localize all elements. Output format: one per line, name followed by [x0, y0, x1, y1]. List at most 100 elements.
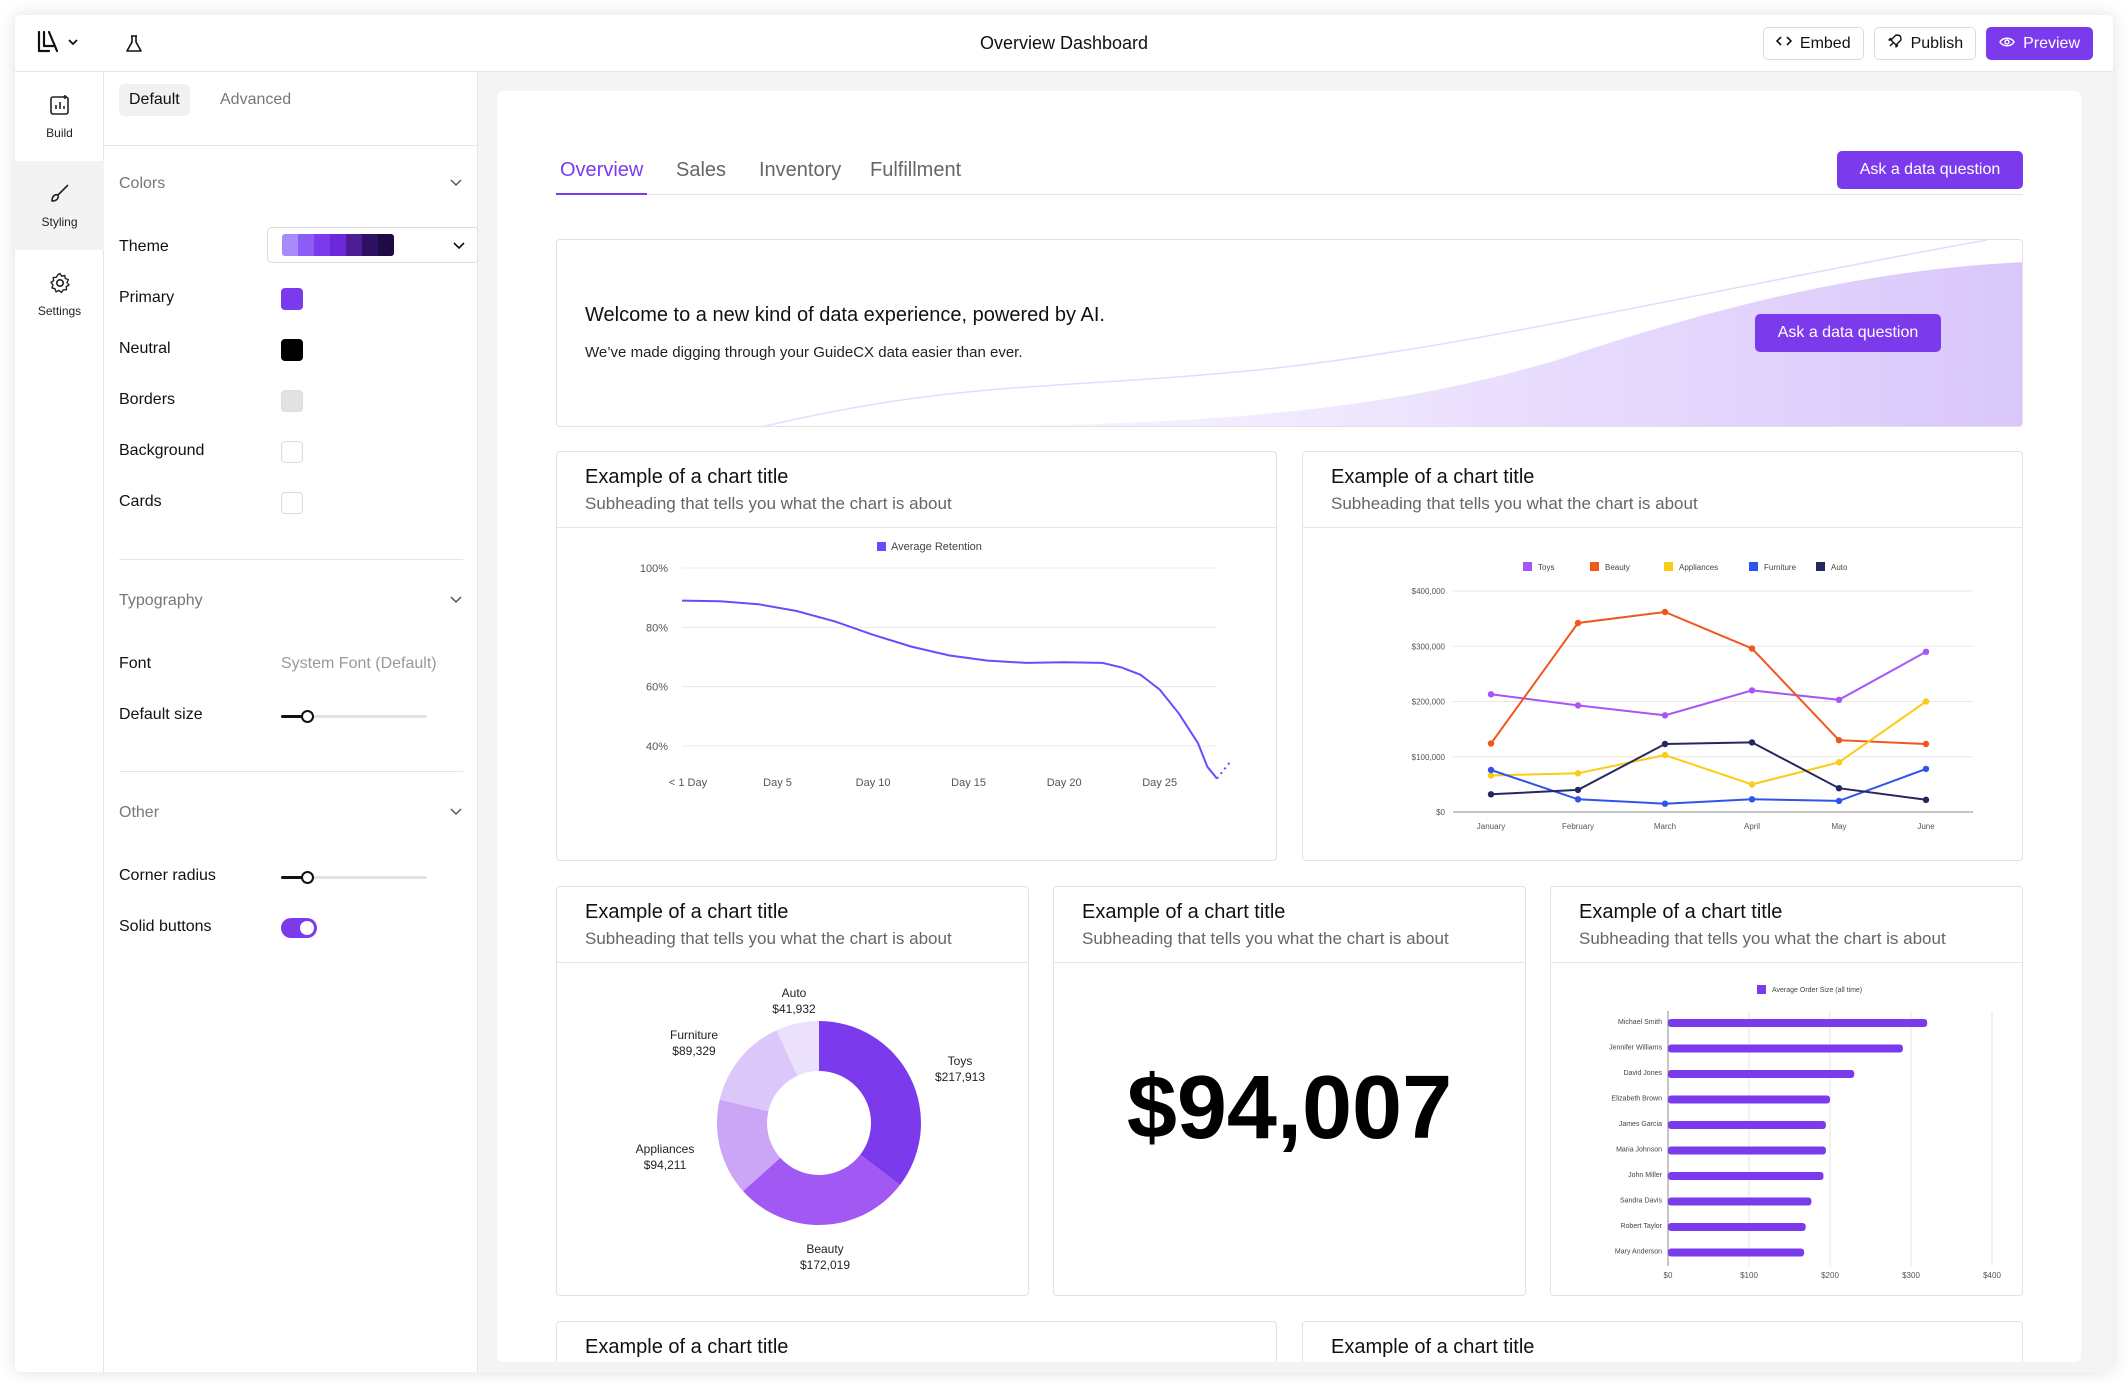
- colors-section-toggle[interactable]: Colors: [119, 169, 463, 199]
- data-point-toys: [1487, 691, 1495, 698]
- rail-item-settings[interactable]: Settings: [15, 250, 104, 339]
- color-swatch-cards[interactable]: [281, 492, 303, 514]
- rail-label-styling: Styling: [41, 215, 78, 229]
- chart-card-partial: Example of a chart title: [556, 1321, 1277, 1362]
- tab-sales[interactable]: Sales: [672, 159, 730, 195]
- color-swatch-background[interactable]: [281, 441, 303, 463]
- data-point-appliances: [1748, 781, 1756, 788]
- card-title: Example of a chart title: [585, 1336, 789, 1358]
- embed-button[interactable]: Embed: [1762, 27, 1864, 60]
- ask-data-question-button[interactable]: Ask a data question: [1837, 151, 2023, 189]
- data-point-auto: [1487, 791, 1495, 798]
- preview-button[interactable]: Preview: [1986, 27, 2093, 60]
- category-label: James Garcia: [1619, 1121, 1662, 1128]
- data-point-toys: [1922, 648, 1930, 655]
- series-line-auto: [1490, 741, 1927, 801]
- flask-icon[interactable]: [119, 29, 149, 59]
- x-tick-label: $400: [1983, 1271, 2001, 1280]
- data-point-beauty: [1835, 737, 1843, 744]
- chevron-down-icon: [452, 238, 466, 257]
- slice-label-value: $172,019: [800, 1258, 850, 1272]
- other-heading: Other: [119, 804, 160, 821]
- chart-card-order-size: Example of a chart title Subheading that…: [1550, 886, 2023, 1296]
- colors-heading: Colors: [119, 175, 166, 192]
- data-point-furniture: [1487, 766, 1495, 774]
- color-swatch-neutral[interactable]: [281, 339, 303, 361]
- theme-color-chip: [314, 234, 330, 256]
- tab-advanced[interactable]: Advanced: [210, 84, 301, 116]
- bar: [1668, 1146, 1826, 1155]
- dashboard-tabs: Overview Sales Inventory Fulfillment: [556, 151, 2023, 195]
- default-size-slider[interactable]: [281, 708, 427, 724]
- x-tick-label: $100: [1740, 1271, 1758, 1280]
- bar: [1668, 1019, 1928, 1027]
- color-label-neutral: Neutral: [119, 340, 171, 357]
- card-title: Example of a chart title: [585, 901, 789, 923]
- corner-radius-slider[interactable]: [281, 869, 427, 885]
- x-tick-label: Day 10: [856, 777, 891, 789]
- rail-item-styling[interactable]: Styling: [15, 161, 104, 250]
- category-donut-chart: Toys $217,913 Beauty $172,019 Appliances $94,…: [636, 986, 986, 1272]
- kpi-card: Example of a chart title Subheading that…: [1053, 886, 1526, 1296]
- publish-button[interactable]: Publish: [1873, 27, 1977, 60]
- solid-buttons-toggle[interactable]: [281, 918, 317, 938]
- data-point-beauty: [1487, 740, 1495, 747]
- x-tick-label: March: [1654, 822, 1676, 831]
- legend-swatch: [1590, 562, 1599, 571]
- theme-select[interactable]: [267, 227, 479, 263]
- card-header: Example of a chart title Subheading that…: [557, 452, 1276, 528]
- x-tick-label: Day 15: [951, 777, 986, 789]
- chart-card-category-sales: Example of a chart title Subheading that…: [1302, 451, 2023, 861]
- legend-swatch: [1749, 562, 1758, 571]
- top-actions: Embed Publish Preview: [1762, 27, 2093, 60]
- card-subtitle: Subheading that tells you what the chart…: [1331, 494, 1698, 513]
- data-point-furniture: [1661, 800, 1669, 807]
- color-label-background: Background: [119, 442, 205, 459]
- theme-label: Theme: [119, 238, 169, 255]
- data-point-furniture: [1574, 796, 1582, 803]
- preview-label: Preview: [2023, 34, 2080, 52]
- data-point-appliances: [1835, 759, 1843, 766]
- tab-fulfillment[interactable]: Fulfillment: [866, 159, 965, 195]
- gear-icon: [48, 271, 72, 298]
- category-label: David Jones: [1623, 1070, 1662, 1077]
- data-point-beauty: [1661, 608, 1669, 616]
- color-swatch-primary[interactable]: [281, 288, 303, 310]
- y-tick-label: 60%: [646, 682, 668, 694]
- x-tick-label: April: [1744, 822, 1760, 831]
- legend-swatch: [1523, 562, 1532, 571]
- card-header: Example of a chart title Subheading that…: [1054, 887, 1525, 963]
- category-label: Michael Smith: [1618, 1019, 1662, 1026]
- typography-heading: Typography: [119, 592, 203, 609]
- tab-overview[interactable]: Overview: [556, 159, 648, 195]
- x-tick-label: Day 5: [763, 777, 792, 789]
- series-line-beauty: [1490, 610, 1927, 745]
- rail-item-build[interactable]: Build: [15, 72, 104, 161]
- other-section-toggle[interactable]: Other: [119, 798, 463, 828]
- tab-inventory[interactable]: Inventory: [755, 159, 845, 195]
- color-swatch-borders[interactable]: [281, 390, 303, 412]
- workspace-switcher[interactable]: [35, 29, 87, 59]
- dashboard-board: Overview Sales Inventory Fulfillment Ask…: [497, 91, 2081, 1362]
- bar: [1668, 1095, 1830, 1104]
- bar: [1668, 1223, 1806, 1231]
- color-label-primary: Primary: [119, 289, 175, 306]
- brush-icon: [48, 182, 72, 209]
- banner-ask-button[interactable]: Ask a data question: [1755, 314, 1941, 352]
- dashboard-canvas: Overview Sales Inventory Fulfillment Ask…: [478, 72, 2113, 1372]
- chevron-down-icon: [449, 592, 463, 611]
- retention-forecast-line: [1216, 760, 1232, 780]
- banner-title: Welcome to a new kind of data experience…: [585, 304, 1105, 326]
- y-tick-label: $200,000: [1412, 698, 1446, 707]
- category-label: Sandra Davis: [1620, 1198, 1663, 1205]
- font-select[interactable]: System Font (Default): [281, 655, 437, 673]
- tab-default[interactable]: Default: [119, 84, 190, 116]
- legend-swatch: [1757, 985, 1766, 994]
- data-point-beauty: [1748, 645, 1756, 652]
- category-label: Robert Taylor: [1620, 1223, 1662, 1230]
- styling-panel: Default Advanced Colors Theme Primary Neu…: [104, 72, 479, 1372]
- typography-section-toggle[interactable]: Typography: [119, 586, 463, 616]
- color-label-cards: Cards: [119, 493, 162, 510]
- bar: [1668, 1248, 1805, 1257]
- slice-label-name: Beauty: [806, 1242, 843, 1256]
